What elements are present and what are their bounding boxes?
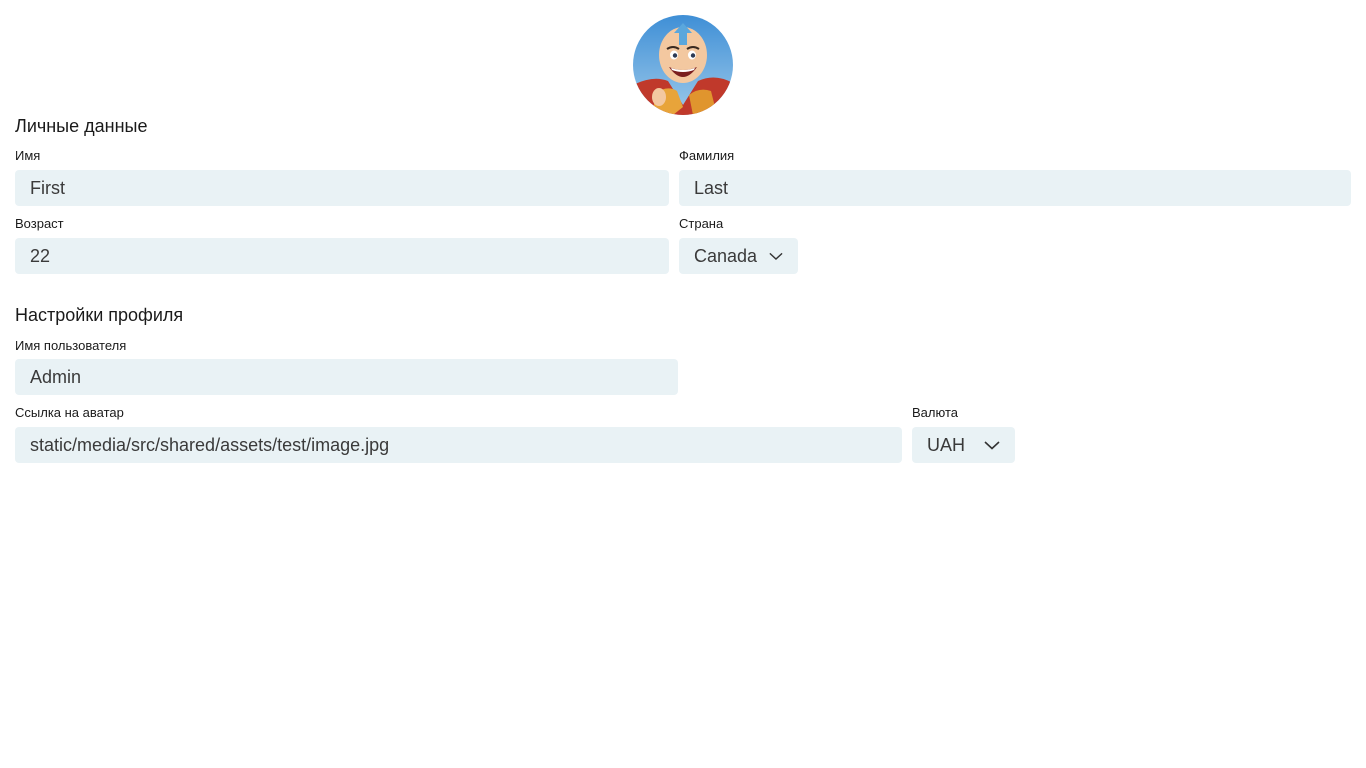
last-name-input[interactable]: Last [679, 170, 1351, 206]
currency-select-value: UAH [927, 435, 966, 455]
chevron-down-icon [984, 441, 1000, 450]
first-name-input[interactable]: First [15, 170, 669, 206]
age-label: Возраст [15, 216, 64, 231]
avatar-link-input[interactable]: static/media/src/shared/assets/test/imag… [15, 427, 902, 463]
personal-data-title: Личные данные [15, 116, 148, 136]
last-name-label: Фамилия [679, 148, 735, 163]
age-input[interactable]: 22 [15, 238, 669, 274]
profile-settings-title: Настройки профиля [15, 305, 184, 325]
avatar-link-label: Ссылка на аватар [15, 405, 124, 420]
first-name-label: Имя [15, 148, 41, 163]
currency-select[interactable]: UAH [912, 427, 1015, 463]
country-select[interactable]: Canada [679, 238, 798, 274]
avatar-image [633, 15, 733, 115]
chevron-down-icon [769, 252, 783, 260]
profile-page: Личные данные Имя First Фамилия Last Воз… [0, 0, 1366, 768]
username-input[interactable]: Admin [15, 359, 678, 395]
country-label: Страна [679, 216, 724, 231]
username-label: Имя пользователя [15, 338, 127, 353]
country-select-value: Canada [694, 246, 758, 266]
currency-label: Валюта [912, 405, 958, 420]
avatar [633, 15, 733, 115]
